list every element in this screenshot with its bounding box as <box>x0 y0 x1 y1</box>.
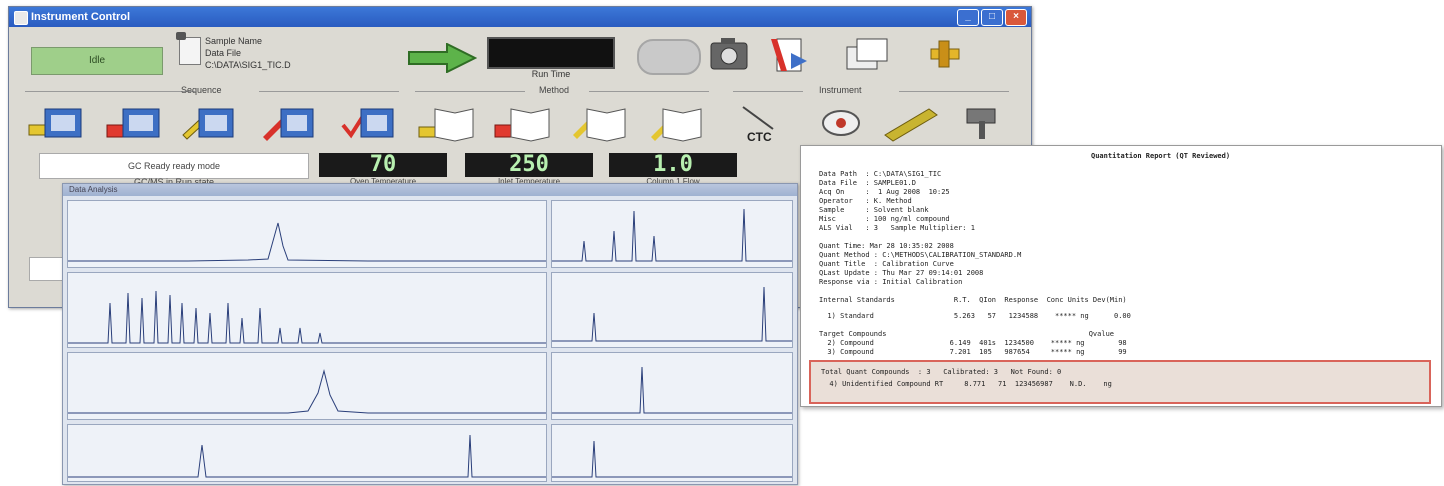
camera-icon[interactable] <box>705 33 753 77</box>
sample-name-label: Sample Name <box>205 36 263 46</box>
window-title: Instrument Control <box>31 11 130 23</box>
data-file-path: C:\DATA\SIG1_TIC.D <box>205 60 291 70</box>
instrument-status: Idle <box>31 47 163 75</box>
group-label-sequence: Sequence <box>181 85 222 95</box>
divider <box>415 91 525 92</box>
divider <box>25 91 195 92</box>
column-icon[interactable] <box>881 101 941 143</box>
report-title: Quantitation Report (QT Reviewed) <box>1091 152 1231 160</box>
pump-icon[interactable] <box>921 33 969 77</box>
column-flow-value: 1.0 <box>609 153 737 177</box>
sequence-edit-icon[interactable] <box>179 101 239 143</box>
stop-button[interactable] <box>637 39 701 75</box>
report-line: Quant Time: Mar 28 10:35:02 2008 <box>819 242 954 250</box>
sample-info: Sample Name Data File C:\DATA\SIG1_TIC.D <box>205 35 291 71</box>
chromatogram-plot-4 <box>67 424 547 482</box>
highlight-line: 4) Unidentified Compound RT 8.771 71 123… <box>821 380 1112 388</box>
report-line: Data File : SAMPLE01.D <box>819 179 916 187</box>
window-tile-icon[interactable] <box>843 33 891 77</box>
spectrum-plot-1 <box>551 200 793 268</box>
inlet-temperature-value: 250 <box>465 153 593 177</box>
data-file-label: Data File <box>205 48 242 58</box>
sample-vial-icon <box>176 32 201 65</box>
report-line: Response via : Initial Calibration <box>819 278 963 286</box>
report-line: ALS Vial : 3 Sample Multiplier: 1 <box>819 224 975 232</box>
sequence-load-icon[interactable] <box>27 101 87 143</box>
sequence-check-icon[interactable] <box>339 101 399 143</box>
run-time-label: Run Time <box>531 69 571 79</box>
chromatogram-plot-2 <box>67 272 547 348</box>
divider <box>259 91 399 92</box>
spectrum-plot-4 <box>551 424 793 482</box>
ctc-label: CTC <box>747 130 772 143</box>
highlighted-result: Total Quant Compounds : 3 Calibrated: 3 … <box>809 360 1431 404</box>
method-load-icon[interactable] <box>417 101 477 143</box>
run-time-display <box>487 37 615 69</box>
target-header: Target Compounds Qvalue <box>819 330 1115 338</box>
divider <box>733 91 803 92</box>
divider <box>589 91 709 92</box>
report-edit-icon[interactable] <box>767 33 815 77</box>
ctc-autosampler-icon[interactable]: CTC <box>733 101 793 143</box>
app-icon <box>14 11 28 25</box>
window-titlebar: Instrument Control _ □ × <box>9 7 1031 27</box>
method-save-icon[interactable] <box>493 101 553 143</box>
ready-status-text: GC Ready ready mode <box>39 153 309 179</box>
table-row: 1) Standard 5.263 57 1234588 ***** ng 0.… <box>819 312 1131 320</box>
highlight-line: Total Quant Compounds : 3 Calibrated: 3 … <box>821 368 1062 376</box>
spectrum-plot-2 <box>551 272 793 348</box>
close-button[interactable]: × <box>1005 9 1027 26</box>
sequence-run-icon[interactable] <box>259 101 319 143</box>
chromatogram-plot-3 <box>67 352 547 420</box>
minimize-button[interactable]: _ <box>957 9 979 26</box>
chromatogram-window: Data Analysis <box>62 183 798 485</box>
chromatogram-title: Data Analysis <box>63 184 797 196</box>
report-line: QLast Update : Thu Mar 27 09:14:01 2008 <box>819 269 984 277</box>
report-line: Misc : 100 ng/ml compound <box>819 215 950 223</box>
report-line: Acq On : 1 Aug 2008 10:25 <box>819 188 950 196</box>
table-row: 2) Compound 6.149 401s 1234500 ***** ng … <box>819 339 1127 347</box>
group-label-method: Method <box>539 85 570 95</box>
maximize-button[interactable]: □ <box>981 9 1003 26</box>
method-view-icon[interactable] <box>645 101 705 143</box>
oven-icon[interactable] <box>811 101 871 143</box>
quantitation-report: Quantitation Report (QT Reviewed) Data P… <box>800 145 1442 407</box>
tune-icon[interactable] <box>953 101 1013 143</box>
chromatogram-plot-1 <box>67 200 547 268</box>
report-line: Data Path : C:\DATA\SIG1_TIC <box>819 170 942 178</box>
start-run-arrow-icon[interactable] <box>407 43 477 73</box>
table-row: 3) Compound 7.201 105 987654 ***** ng 99 <box>819 348 1127 356</box>
table-header: Internal Standards R.T. QIon Response Co… <box>819 296 1127 304</box>
group-label-instrument: Instrument <box>819 85 862 95</box>
spectrum-plot-3 <box>551 352 793 420</box>
report-line: Quant Method : C:\METHODS\CALIBRATION_ST… <box>819 251 1022 259</box>
report-line: Quant Title : Calibration Curve <box>819 260 954 268</box>
report-line: Sample : Solvent blank <box>819 206 929 214</box>
sequence-save-icon[interactable] <box>105 101 165 143</box>
method-edit-icon[interactable] <box>569 101 629 143</box>
divider <box>899 91 1009 92</box>
oven-temperature-value: 70 <box>319 153 447 177</box>
report-line: Operator : K. Method <box>819 197 912 205</box>
